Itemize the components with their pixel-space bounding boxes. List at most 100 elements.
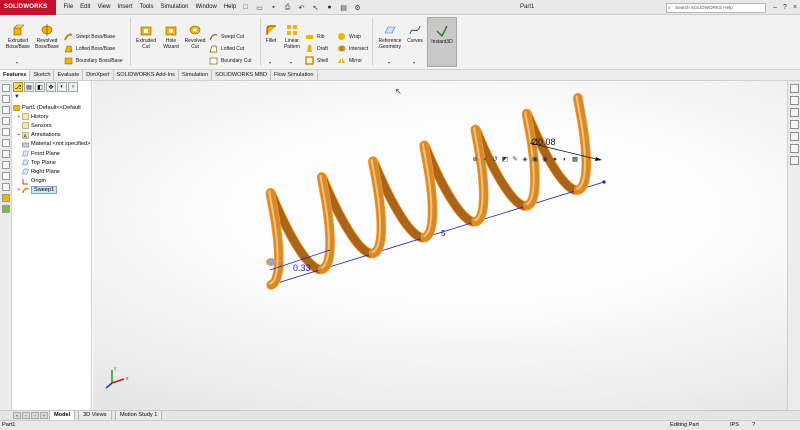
tree-item-top-plane[interactable]: Top Plane (13, 158, 91, 167)
lofted-cut-button[interactable]: Lofted Cut (209, 44, 244, 53)
zoom-to-area-icon[interactable]: ⌕ (481, 156, 489, 164)
menu-simulation[interactable]: Simulation (157, 0, 192, 15)
help-question-icon[interactable]: ? (780, 0, 790, 15)
previous-view-icon[interactable]: ↺ (491, 156, 499, 164)
tab-sketch[interactable]: Sketch (30, 70, 55, 80)
menu-view[interactable]: View (94, 0, 114, 15)
display-manager-tab-icon[interactable]: ◐ (57, 82, 67, 92)
hide-show-items-icon[interactable]: ◉ (541, 156, 549, 164)
menu-tools[interactable]: Tools (136, 0, 157, 15)
tree-item-annotations[interactable]: + A Annotations (13, 131, 91, 140)
revolved-cut-button[interactable]: Revolved Cut (182, 24, 208, 50)
tree-item-sweep1[interactable]: + Sweep1 (13, 186, 91, 195)
mirror-entities-icon[interactable] (2, 183, 10, 191)
tree-item-front-plane[interactable]: Front Plane (13, 149, 91, 158)
sketch-icon[interactable] (2, 84, 10, 92)
tree-item-sensors[interactable]: Sensors (13, 121, 91, 130)
mirror-button[interactable]: Mirror (337, 56, 362, 65)
new-document-icon[interactable]: □ (240, 2, 251, 13)
length-dimension-text[interactable]: 5 (441, 229, 446, 238)
filter-icon[interactable]: ▼ (14, 94, 20, 100)
property-manager-tab-icon[interactable]: ▤ (24, 82, 34, 92)
options-gear-icon[interactable]: ⚙ (352, 2, 363, 13)
diameter-dimension-text[interactable]: Ø0.08 (531, 137, 556, 147)
tab-evaluate[interactable]: Evaluate (54, 70, 84, 80)
curves-button[interactable]: Curves (405, 24, 425, 44)
tab-dimxpert[interactable]: DimXpert (83, 70, 114, 80)
menu-window[interactable]: Window (192, 0, 220, 15)
spline-icon[interactable] (2, 150, 10, 158)
line-icon[interactable] (2, 106, 10, 114)
dimxpert-manager-tab-icon[interactable]: ✥ (46, 82, 56, 92)
first-tab-icon[interactable]: « (13, 412, 21, 419)
tree-item-history[interactable]: + History (13, 112, 91, 121)
last-tab-icon[interactable]: » (40, 412, 48, 419)
menu-insert[interactable]: Insert (114, 0, 136, 15)
feature-icon[interactable] (2, 194, 10, 202)
linear-pattern-button[interactable]: Linear Pattern (280, 24, 304, 50)
print-icon[interactable]: ⎙ (282, 2, 293, 13)
axis-endpoint[interactable] (602, 180, 606, 184)
revolved-boss-button[interactable]: Revolved Boss/Base (33, 24, 61, 50)
tab-simulation[interactable]: Simulation (179, 70, 213, 80)
reference-geometry-dropdown-icon[interactable]: ▾ (388, 60, 390, 65)
status-help-icon[interactable]: ? (752, 421, 755, 430)
menu-help[interactable]: Help (220, 0, 239, 15)
circle-icon[interactable] (2, 128, 10, 136)
spring-coil-front[interactable] (265, 92, 591, 290)
extruded-boss-dropdown-icon[interactable]: ▾ (16, 60, 18, 65)
trim-icon[interactable] (2, 161, 10, 169)
save-icon[interactable]: ▪ (268, 2, 279, 13)
tab-flow-simulation[interactable]: Flow Simulation (271, 70, 318, 80)
fillet-button[interactable]: Fillet (262, 24, 280, 44)
search-help-input[interactable]: ⌕ Search SOLIDWORKS Help (666, 3, 766, 13)
pitch-dimension-text[interactable]: 0.33 (293, 263, 311, 273)
select-pointer-icon[interactable]: ↖ (310, 2, 321, 13)
rib-button[interactable]: Rib (305, 32, 325, 41)
tree-item-origin[interactable]: Origin (13, 177, 91, 186)
fillet-dropdown-icon[interactable]: ▾ (269, 60, 271, 65)
file-properties-icon[interactable]: ▤ (338, 2, 349, 13)
zoom-to-fit-icon[interactable]: ⊕ (471, 156, 479, 164)
feature-manager-tab-icon[interactable]: ⎇ (13, 82, 23, 92)
tab-mbd[interactable]: SOLIDWORKS MBD (212, 70, 272, 80)
extruded-boss-button[interactable]: Extruded Boss/Base (4, 24, 32, 50)
tree-item-right-plane[interactable]: Right Plane (13, 167, 91, 176)
tree-item-part[interactable]: Part1 (Default<<Default (13, 103, 91, 112)
display-style-icon[interactable]: ▣ (531, 156, 539, 164)
solidworks-resources-icon[interactable] (790, 84, 799, 93)
design-library-icon[interactable] (790, 96, 799, 105)
open-folder-icon[interactable]: ▭ (254, 2, 265, 13)
intersect-button[interactable]: Intersect (337, 44, 368, 53)
instant3d-button[interactable]: Instant3D (427, 17, 457, 67)
tree-item-material[interactable]: Material <not specified> (13, 140, 91, 149)
configuration-manager-tab-icon[interactable]: ◧ (35, 82, 45, 92)
linear-pattern-dropdown-icon[interactable]: ▾ (290, 60, 292, 65)
boundary-boss-button[interactable]: Boundary Boss/Base (64, 56, 123, 65)
offset-icon[interactable] (2, 172, 10, 180)
rebuild-icon[interactable]: ● (324, 2, 335, 13)
menu-edit[interactable]: Edit (77, 0, 94, 15)
hole-wizard-button[interactable]: Hole Wizard (159, 24, 183, 50)
view-orientation-icon[interactable]: ◈ (521, 156, 529, 164)
graphics-area[interactable]: Ø0.08 0.33 5 x y ⊕ ⌕ ↺ ◩ ✎ ◈ ▣ ◉ ● ◐ ▦ ↖ (93, 81, 787, 410)
draft-button[interactable]: Draft (305, 44, 328, 53)
sweep-profile-circle[interactable] (266, 258, 276, 266)
length-dimension[interactable]: 5 (441, 229, 446, 238)
appearances-scenes-icon[interactable] (790, 132, 799, 141)
menu-file[interactable]: File (60, 0, 77, 15)
smart-dimension-icon[interactable] (2, 95, 10, 103)
custom-properties-icon[interactable] (790, 144, 799, 153)
prev-tab-icon[interactable]: ‹ (22, 412, 30, 419)
tab-addins[interactable]: SOLIDWORKS Add-Ins (114, 70, 179, 80)
shell-button[interactable]: Shell (305, 56, 328, 65)
view-settings-icon[interactable]: ▦ (571, 156, 579, 164)
file-explorer-icon[interactable] (790, 108, 799, 117)
minimize-icon[interactable]: – (770, 0, 780, 15)
dynamic-annotation-icon[interactable]: ✎ (511, 156, 519, 164)
view-palette-icon[interactable] (790, 120, 799, 129)
extruded-cut-button[interactable]: Extruded Cut (133, 24, 159, 50)
rectangle-icon[interactable] (2, 117, 10, 125)
wrap-button[interactable]: Wrap (337, 32, 361, 41)
tab-features[interactable]: Features (0, 70, 31, 80)
